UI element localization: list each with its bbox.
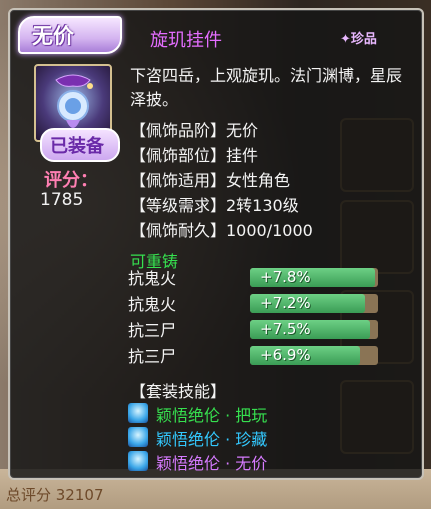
item-description: 下咨四岳，上观旋玑。法门渊博，星辰泽披。 [130,66,403,109]
stat-value: +7.8% [260,268,311,286]
stat-label: 抗鬼火 [128,295,177,314]
stat-bar: +7.2% [250,294,378,313]
attribute-row: 【佩饰耐久】1000/1000 [130,221,313,240]
attribute-row: 【佩饰品阶】无价 [130,121,259,140]
attribute-row: 【等级需求】2转130级 [130,196,299,215]
stat-value: +7.2% [260,294,311,312]
stat-label: 抗三尸 [128,321,177,340]
stat-label: 抗三尸 [128,347,177,366]
treasure-badge: ✦珍品 [340,28,377,47]
attribute-row: 【佩饰适用】女性角色 [130,171,291,190]
set-skill-name: 颖悟绝伦 · 珍藏 [156,430,268,449]
skill-icon [128,427,148,447]
score-value: 1785 [40,190,84,210]
stat-bar: +6.9% [250,346,378,365]
stat-label: 抗鬼火 [128,269,177,288]
attribute-row: 【佩饰部位】挂件 [130,146,259,165]
item-tooltip: 无价 旋玑挂件 ✦珍品 已装备 评分： 1785 下咨四岳，上观旋玑。法门渊博，… [8,8,424,480]
stat-bar: +7.5% [250,320,378,339]
stat-value: +7.5% [260,320,311,338]
total-score-text: 总评分 32107 [6,486,104,504]
sparkle-icon: ✦ [340,32,351,47]
set-skill-name: 颖悟绝伦 · 无价 [156,454,268,473]
stat-bar: +7.8% [250,268,378,287]
skill-icon [128,451,148,471]
attribute-list: 【佩饰品阶】无价 【佩饰部位】挂件 【佩饰适用】女性角色 【等级需求】2转130… [130,117,313,242]
equipped-badge: 已装备 [40,128,120,162]
treasure-badge-label: 珍品 [350,32,377,47]
set-skills-title: 【套装技能】 [130,382,227,401]
skill-icon [128,403,148,423]
equipped-label: 已装备 [50,136,104,157]
stat-value: +6.9% [260,346,311,364]
rarity-label: 无价 [32,24,74,48]
set-skill-name: 颖悟绝伦 · 把玩 [156,406,268,425]
item-name: 旋玑挂件 [150,30,222,51]
score-label: 评分： [44,170,98,191]
